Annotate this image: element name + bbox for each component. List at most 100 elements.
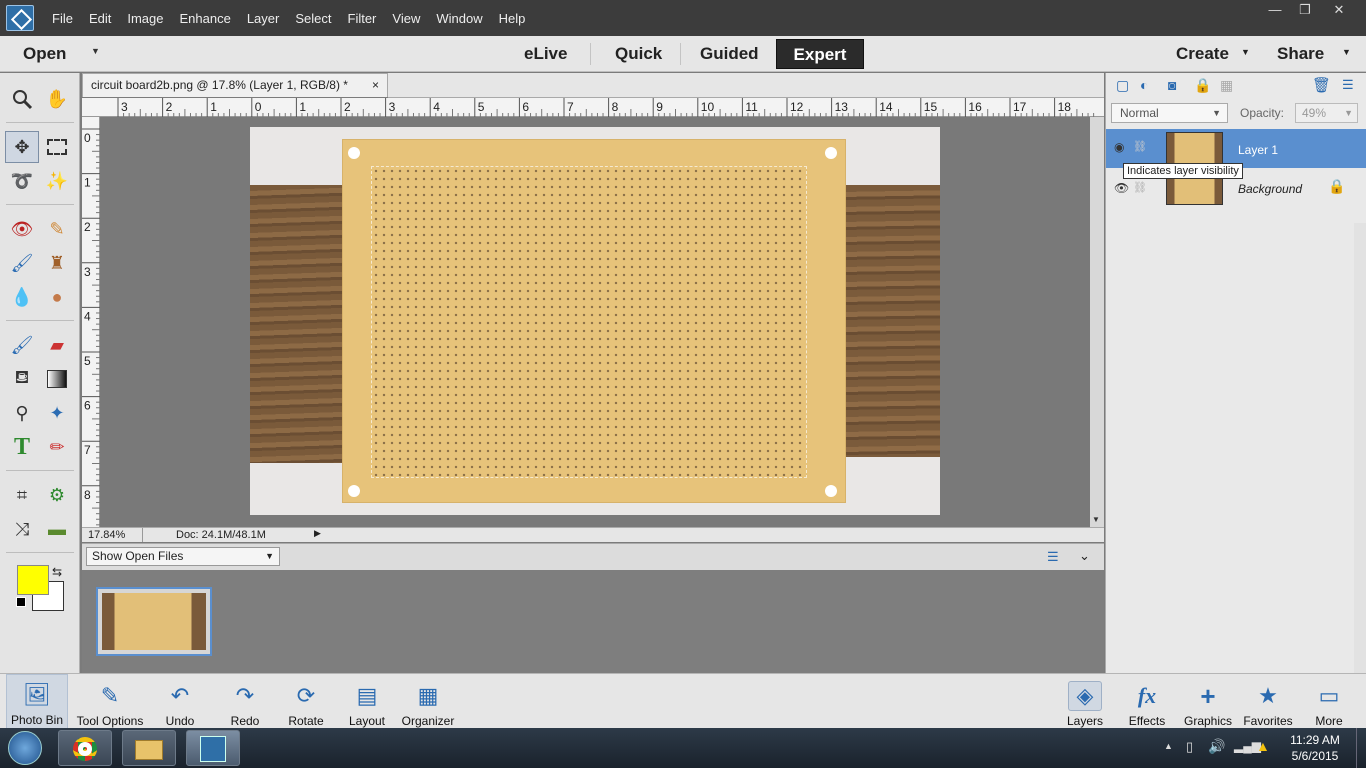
- file-explorer-taskbar-icon[interactable]: [122, 730, 176, 766]
- new-layer-icon[interactable]: ▢: [1116, 77, 1129, 94]
- lasso-tool-icon[interactable]: ➰: [5, 165, 39, 197]
- image-canvas[interactable]: [250, 127, 940, 515]
- custom-shape-icon[interactable]: ✦: [40, 397, 74, 429]
- visibility-hidden-icon[interactable]: ◉: [1114, 140, 1124, 154]
- blur-tool-icon[interactable]: 💧: [5, 281, 39, 313]
- minimize-icon[interactable]: —: [1258, 0, 1292, 20]
- more-button[interactable]: ▭ More: [1304, 674, 1354, 729]
- paint-bucket-icon[interactable]: ⛾: [5, 363, 39, 395]
- clone-stamp-icon[interactable]: ♜: [40, 247, 74, 279]
- collapse-bin-icon[interactable]: ⌄: [1079, 548, 1090, 564]
- menu-filter[interactable]: Filter: [340, 11, 385, 26]
- delete-layer-icon[interactable]: 🗑: [1312, 76, 1331, 94]
- blend-mode-dropdown[interactable]: Normal ▼: [1111, 103, 1228, 123]
- restore-icon[interactable]: ❐: [1288, 0, 1322, 20]
- undo-button[interactable]: ↶ Undo: [155, 674, 205, 729]
- redo-button[interactable]: ↷ Redo: [220, 674, 270, 729]
- menu-help[interactable]: Help: [491, 11, 534, 26]
- lock-icon[interactable]: 🔒: [1194, 77, 1211, 94]
- app-logo-icon[interactable]: [6, 5, 34, 31]
- panel-menu-icon[interactable]: ☰: [1342, 77, 1354, 93]
- document-tab[interactable]: circuit board2b.png @ 17.8% (Layer 1, RG…: [82, 73, 388, 97]
- scroll-down-icon[interactable]: ▼: [1092, 515, 1100, 524]
- menu-view[interactable]: View: [384, 11, 428, 26]
- sponge-tool-icon[interactable]: ●: [40, 281, 74, 313]
- content-aware-move-icon[interactable]: ⤨: [5, 513, 39, 545]
- photoshop-elements-taskbar-icon[interactable]: [186, 730, 240, 766]
- share-dropdown-icon[interactable]: ▼: [1342, 47, 1351, 57]
- layer-mask-icon[interactable]: ◙: [1168, 77, 1176, 93]
- smart-brush-icon[interactable]: 🖌: [5, 247, 39, 279]
- menu-select[interactable]: Select: [287, 11, 339, 26]
- device-icon[interactable]: ▯: [1186, 739, 1193, 755]
- mode-guided[interactable]: Guided: [700, 44, 759, 64]
- recompose-tool-icon[interactable]: ⚙: [40, 479, 74, 511]
- foreground-color-swatch[interactable]: [17, 565, 49, 595]
- crop-tool-icon[interactable]: ⌗: [5, 479, 39, 511]
- close-document-icon[interactable]: ×: [372, 74, 379, 97]
- lock-transparent-icon[interactable]: ▦: [1220, 77, 1233, 94]
- status-menu-icon[interactable]: ▶: [314, 528, 321, 539]
- opacity-field[interactable]: 49% ▼: [1295, 103, 1358, 123]
- vertical-scrollbar[interactable]: [1090, 117, 1104, 527]
- bin-options-icon[interactable]: ☰: [1047, 549, 1059, 565]
- photo-bin-button[interactable]: 🖼 Photo Bin: [6, 674, 68, 729]
- layers-button[interactable]: ◈ Layers: [1058, 674, 1112, 729]
- menu-file[interactable]: File: [44, 11, 81, 26]
- open-button[interactable]: Open: [23, 44, 66, 64]
- brush-tool-icon[interactable]: 🖌: [5, 329, 39, 361]
- straighten-tool-icon[interactable]: ▬: [40, 513, 74, 545]
- menu-image[interactable]: Image: [119, 11, 171, 26]
- tool-options-button[interactable]: ✎ Tool Options: [72, 674, 148, 729]
- show-desktop-button[interactable]: [1356, 728, 1366, 768]
- open-dropdown-icon[interactable]: ▼: [91, 46, 100, 56]
- layers-scrollbar[interactable]: [1354, 223, 1366, 673]
- layer-name[interactable]: Layer 1: [1238, 143, 1278, 157]
- link-icon[interactable]: ⛓: [1133, 140, 1147, 153]
- hand-tool-icon[interactable]: ✋: [40, 83, 74, 115]
- organizer-button[interactable]: ▦ Organizer: [398, 674, 458, 729]
- volume-icon[interactable]: 🔊: [1208, 738, 1225, 755]
- photo-thumbnail[interactable]: [96, 587, 212, 656]
- default-colors-icon[interactable]: [16, 597, 26, 607]
- menu-window[interactable]: Window: [428, 11, 490, 26]
- create-button[interactable]: Create: [1176, 44, 1229, 64]
- start-button-icon[interactable]: [8, 731, 42, 765]
- mode-expert[interactable]: Expert: [776, 39, 864, 69]
- menu-enhance[interactable]: Enhance: [172, 11, 239, 26]
- eraser-tool-icon[interactable]: ▰: [40, 329, 74, 361]
- swap-colors-icon[interactable]: ⇆: [52, 565, 62, 579]
- show-hidden-icons-icon[interactable]: ▲: [1164, 741, 1173, 751]
- layer-lock-icon[interactable]: 🔒: [1328, 178, 1345, 195]
- rotate-button[interactable]: ⟳ Rotate: [280, 674, 332, 729]
- menu-layer[interactable]: Layer: [239, 11, 288, 26]
- pencil-tool-icon[interactable]: ✏: [40, 431, 74, 463]
- graphics-button[interactable]: + Graphics: [1180, 674, 1236, 729]
- adjustment-layer-icon[interactable]: ◐: [1140, 77, 1148, 93]
- show-open-files-dropdown[interactable]: Show Open Files ▼: [86, 547, 280, 566]
- marquee-tool-icon[interactable]: [40, 131, 74, 163]
- gradient-tool-icon[interactable]: [40, 363, 74, 395]
- menu-edit[interactable]: Edit: [81, 11, 119, 26]
- healing-brush-icon[interactable]: ✎: [40, 213, 74, 245]
- close-window-icon[interactable]: ✕: [1322, 0, 1356, 20]
- zoom-tool-icon[interactable]: [5, 83, 39, 115]
- zoom-level[interactable]: 17.84%: [88, 529, 125, 541]
- red-eye-tool-icon[interactable]: 👁: [5, 213, 39, 245]
- mode-elive[interactable]: eLive: [524, 44, 567, 64]
- mode-quick[interactable]: Quick: [615, 44, 662, 64]
- canvas-area[interactable]: [100, 117, 1090, 527]
- magic-wand-tool-icon[interactable]: ✨: [40, 165, 74, 197]
- effects-button[interactable]: fx Effects: [1120, 674, 1174, 729]
- share-button[interactable]: Share: [1277, 44, 1324, 64]
- layout-button[interactable]: ▤ Layout: [342, 674, 392, 729]
- favorites-button[interactable]: ★ Favorites: [1240, 674, 1296, 729]
- type-tool-icon[interactable]: T: [5, 431, 39, 463]
- link-icon[interactable]: ⛓: [1133, 181, 1147, 194]
- google-drive-icon[interactable]: ▲: [1256, 738, 1270, 754]
- eyedropper-icon[interactable]: ⚲: [5, 397, 39, 429]
- eye-icon[interactable]: 👁: [1114, 181, 1129, 195]
- chrome-taskbar-icon[interactable]: [58, 730, 112, 766]
- layer-name[interactable]: Background: [1238, 182, 1302, 196]
- create-dropdown-icon[interactable]: ▼: [1241, 47, 1250, 57]
